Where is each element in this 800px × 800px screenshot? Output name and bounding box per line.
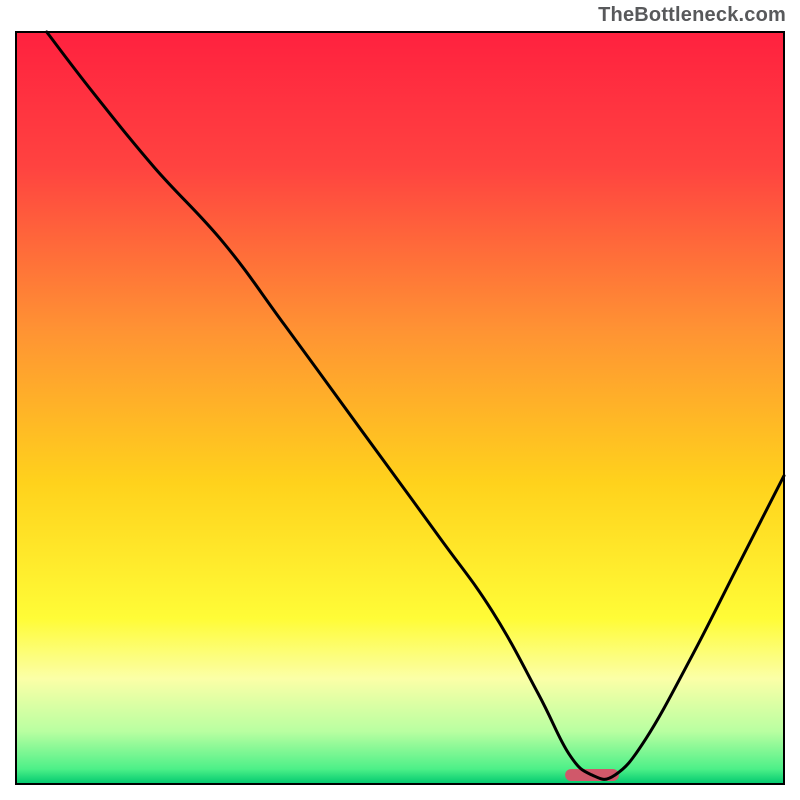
chart-frame: TheBottleneck.com — [0, 0, 800, 800]
bottleneck-plot — [0, 0, 800, 800]
plot-background — [16, 32, 784, 784]
watermark-text: TheBottleneck.com — [598, 4, 786, 27]
